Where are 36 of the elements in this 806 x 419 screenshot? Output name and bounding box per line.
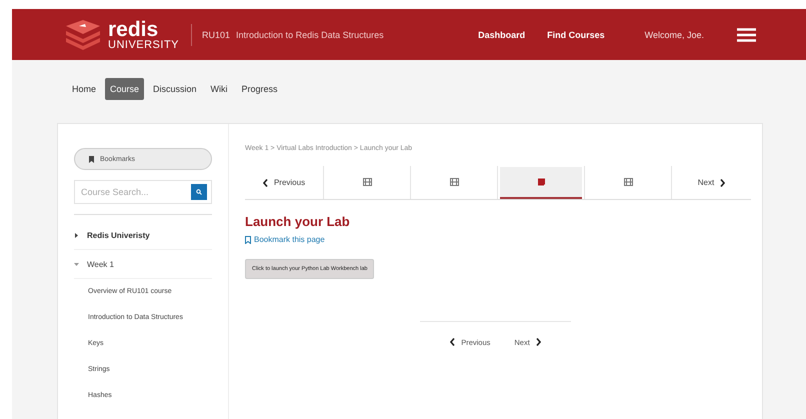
- unit-title: Launch your Lab: [245, 214, 351, 229]
- chevron-right-icon: [536, 338, 541, 346]
- nav-tab[interactable]: Home: [67, 78, 102, 100]
- bookmark-link[interactable]: Bookmark this page: [245, 235, 325, 244]
- logo-subtext: UNIVERSITY: [108, 40, 180, 50]
- course-code: RU101: [202, 30, 230, 40]
- nav-tab[interactable]: Course: [105, 78, 144, 100]
- search-button[interactable]: [191, 184, 207, 200]
- header-link[interactable]: Dashboard: [478, 30, 526, 40]
- bookmark-icon: [245, 236, 251, 244]
- previous-button[interactable]: Previous: [245, 166, 323, 199]
- chevron-left-icon: [262, 178, 268, 186]
- logo-icon: [64, 20, 102, 50]
- book-icon: [537, 178, 545, 186]
- search-icon: [196, 189, 202, 195]
- header-link[interactable]: Find Courses: [547, 30, 605, 40]
- nav-tab[interactable]: Progress: [236, 78, 283, 100]
- bookmark-icon: [89, 156, 94, 162]
- film-icon: [362, 178, 372, 186]
- chevron-right-icon: [720, 178, 726, 186]
- caret-right-icon[interactable]: [74, 232, 79, 238]
- welcome-text: Welcome, Joe.: [644, 30, 704, 40]
- nav-tab[interactable]: Discussion: [148, 78, 202, 100]
- menu-icon[interactable]: [737, 28, 756, 42]
- chevron-left-icon: [450, 338, 456, 346]
- section-label[interactable]: Week 1: [87, 260, 114, 268]
- search-box[interactable]: Course Search...: [74, 180, 212, 204]
- caret-down-icon[interactable]: [74, 262, 79, 266]
- course-title: Introduction to Redis Data Structures: [236, 30, 384, 40]
- film-icon: [624, 178, 632, 186]
- section-label[interactable]: Redis Univeristy: [87, 230, 150, 240]
- unit-tab[interactable]: [500, 167, 582, 199]
- next-button[interactable]: Next: [674, 166, 749, 199]
- film-icon: [450, 178, 458, 186]
- nav-tab[interactable]: Wiki: [206, 78, 233, 100]
- logo-text: redis: [108, 18, 158, 40]
